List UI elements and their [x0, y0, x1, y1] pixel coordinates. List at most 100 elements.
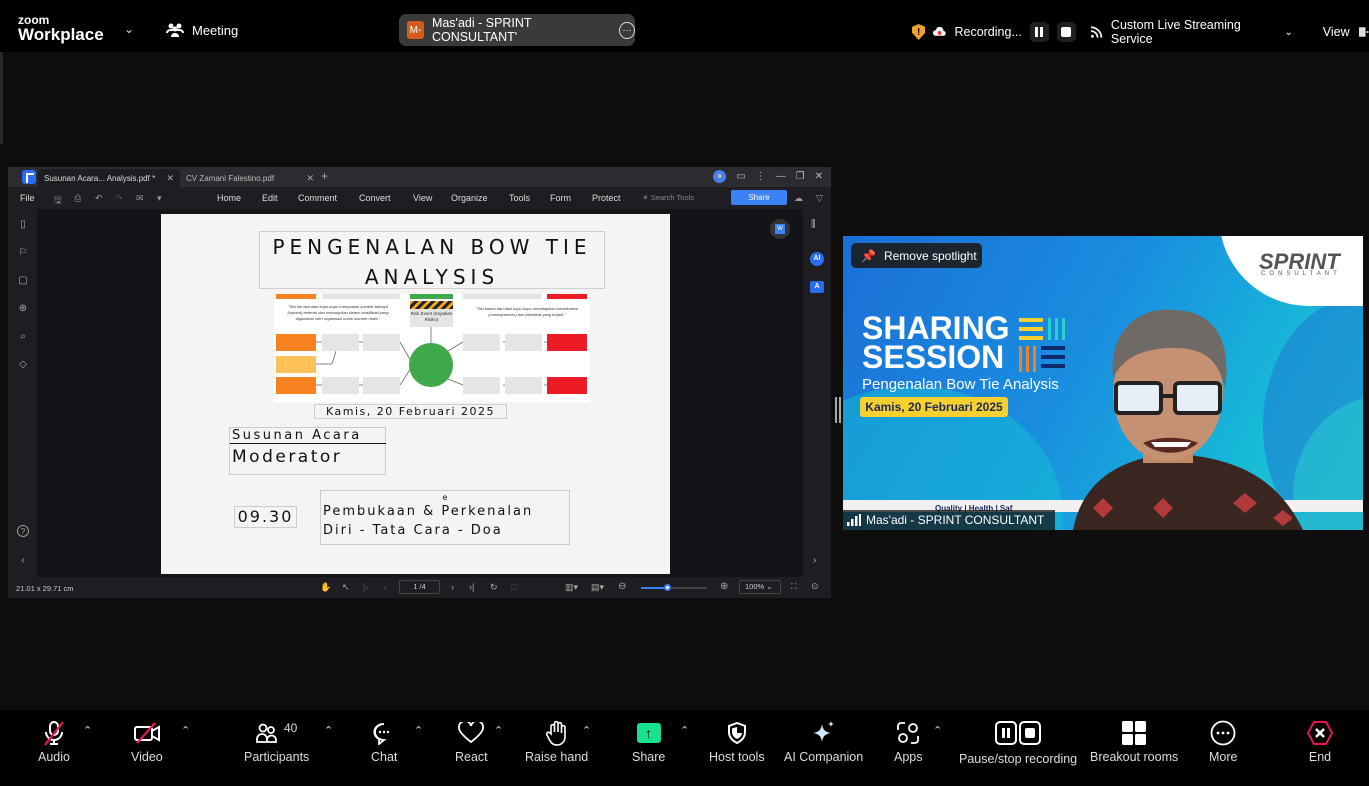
expand-right-icon[interactable]: › — [813, 555, 816, 566]
redo-icon[interactable]: ↷ — [115, 193, 123, 204]
zoom-slider-knob[interactable] — [664, 584, 672, 591]
end-meeting-button[interactable]: End — [1307, 718, 1333, 764]
menu-comment[interactable]: Comment — [298, 193, 337, 203]
menu-organize[interactable]: Organize — [451, 193, 488, 203]
panel-resize-handle[interactable] — [835, 397, 841, 423]
menu-file[interactable]: File — [20, 193, 35, 203]
new-tab-plus-icon[interactable]: + — [321, 169, 328, 183]
stop-recording-button[interactable] — [1056, 22, 1076, 42]
close-window-icon[interactable]: ✕ — [815, 171, 823, 182]
video-button[interactable]: Video — [131, 718, 163, 764]
pause-stop-recording-button[interactable]: Pause/stop recording — [959, 718, 1077, 766]
view-button[interactable]: View — [1323, 25, 1350, 39]
security-shield-icon[interactable]: ! — [912, 24, 926, 40]
participants-options-caret-icon[interactable]: ⌃ — [324, 724, 333, 737]
properties-sliders-icon[interactable]: ⫼ — [811, 219, 816, 230]
menu-home[interactable]: Home — [217, 193, 241, 203]
collapse-left-icon[interactable]: ‹ — [17, 555, 29, 567]
tab-susunan-acara[interactable]: Susunan Acara... Analysis.pdf * ✕ — [38, 169, 180, 187]
react-button[interactable]: React — [455, 718, 488, 764]
email-icon[interactable]: ✉ — [136, 193, 144, 204]
zoom-in-icon[interactable]: ⊕ — [720, 581, 728, 592]
rotate-icon[interactable]: ↻ — [490, 582, 498, 593]
chat-options-caret-icon[interactable]: ⌃ — [414, 724, 423, 737]
zoom-out-icon[interactable]: ⊖ — [618, 581, 626, 592]
print-icon[interactable]: ⎙ — [74, 193, 81, 204]
spotlight-video-tile[interactable]: SPRINT CONSULTANT SHARING SESSION Pengen… — [843, 236, 1363, 530]
attachment-icon[interactable]: ⊕ — [17, 303, 29, 315]
ai-companion-button[interactable]: AI Companion — [784, 718, 863, 764]
last-page-icon[interactable]: ›| — [469, 582, 474, 592]
screen-share-presenter-pill[interactable]: M- Mas'adi - SPRINT CONSULTANT' ⋯ — [399, 14, 635, 46]
meeting-button[interactable]: Meeting — [166, 22, 238, 38]
minimize-icon[interactable]: — — [776, 171, 786, 182]
apps-options-caret-icon[interactable]: ⌃ — [933, 724, 942, 737]
menu-tools[interactable]: Tools — [509, 193, 530, 203]
menu-view[interactable]: View — [413, 193, 432, 203]
video-options-caret-icon[interactable]: ⌃ — [181, 724, 190, 737]
chat-button[interactable]: Chat — [371, 718, 397, 764]
fullscreen-icon[interactable]: ⛶ — [791, 582, 797, 592]
crop-icon[interactable]: □ — [511, 582, 516, 592]
shared-pdf-window[interactable]: Susunan Acara... Analysis.pdf * ✕ CV Zam… — [8, 167, 831, 598]
more-button[interactable]: More — [1209, 718, 1237, 764]
page-number-input[interactable]: 1 /4 — [399, 580, 440, 594]
page-layout-icon[interactable]: ▥▾ — [565, 582, 578, 593]
zoom-level-select[interactable]: 100% ⌄ — [739, 580, 781, 594]
layers-icon[interactable]: ◇ — [17, 359, 29, 371]
audio-options-caret-icon[interactable]: ⌃ — [83, 724, 92, 737]
tab-cv-zamani[interactable]: CV Zamani Falestino.pdf ✕ — [180, 169, 320, 187]
host-tools-button[interactable]: Host tools — [709, 718, 765, 764]
page-thumbnail-icon[interactable]: ▯ — [17, 219, 29, 231]
share-options-caret-icon[interactable]: ⌃ — [680, 724, 689, 737]
cloud-upload-icon[interactable]: ☁ — [794, 193, 803, 204]
translate-icon[interactable]: A — [810, 281, 824, 293]
participants-button[interactable]: 40 Participants — [244, 718, 309, 764]
search-tools-input[interactable]: ☀ Search Tools — [642, 193, 694, 202]
save-icon[interactable]: 🖫 — [54, 193, 62, 209]
close-icon[interactable]: ✕ — [306, 173, 314, 184]
chevron-down-icon[interactable]: ⌄ — [1284, 27, 1292, 38]
select-tool-icon[interactable]: ↖ — [342, 582, 350, 593]
chevron-down-icon[interactable]: ⌄ — [124, 22, 134, 36]
raise-hand-options-caret-icon[interactable]: ⌃ — [582, 724, 591, 737]
screen-cast-icon[interactable]: ▭ — [736, 171, 745, 182]
pdf-document-canvas[interactable]: PENGENALAN BOW TIE ANALYSIS "Sisi kiri d… — [38, 209, 803, 577]
collapse-ribbon-icon[interactable]: ▽ — [816, 193, 823, 204]
first-page-icon[interactable]: |‹ — [363, 582, 368, 592]
menu-form[interactable]: Form — [550, 193, 571, 203]
restore-icon[interactable]: ❐ — [796, 171, 805, 182]
zoom-workplace-logo[interactable]: zoom Workplace — [18, 14, 104, 43]
hand-tool-icon[interactable]: ✋ — [320, 582, 331, 593]
share-screen-button[interactable]: ↑ Share — [632, 718, 665, 764]
react-options-caret-icon[interactable]: ⌃ — [494, 724, 503, 737]
breakout-rooms-button[interactable]: Breakout rooms — [1090, 718, 1178, 764]
menu-convert[interactable]: Convert — [359, 193, 391, 203]
help-icon[interactable]: ? — [17, 525, 29, 537]
convert-to-word-icon[interactable]: W — [770, 219, 790, 239]
streaming-label[interactable]: Custom Live Streaming Service — [1111, 18, 1276, 46]
undo-icon[interactable]: ↶ — [95, 193, 103, 204]
search-icon[interactable]: ⌕ — [17, 331, 29, 343]
zoom-slider[interactable] — [641, 584, 707, 591]
comment-icon[interactable]: ▢ — [17, 275, 29, 287]
account-avatar-icon[interactable]: ☻ — [713, 170, 727, 183]
next-page-icon[interactable]: › — [451, 582, 454, 592]
close-icon[interactable]: ✕ — [166, 173, 174, 184]
pause-recording-button[interactable] — [1029, 22, 1049, 42]
customize-dropdown-icon[interactable]: ▾ — [157, 193, 162, 204]
prev-page-icon[interactable]: ‹ — [384, 582, 387, 592]
apps-button[interactable]: Apps — [894, 718, 923, 764]
pdf-share-button[interactable]: Share — [731, 190, 787, 205]
raise-hand-button[interactable]: Raise hand — [525, 718, 588, 764]
view-mode-icon[interactable]: ▤▾ — [591, 582, 604, 593]
ai-assistant-icon[interactable]: AI — [810, 252, 824, 266]
bookmark-icon[interactable]: ⚐ — [17, 247, 29, 259]
fit-page-icon[interactable]: ⊙ — [811, 581, 819, 592]
more-options-icon[interactable]: ⋯ — [618, 21, 635, 39]
remove-spotlight-button[interactable]: 📌 Remove spotlight — [851, 243, 982, 268]
kebab-menu-icon[interactable]: ⋮ — [756, 171, 766, 182]
audio-button[interactable]: Audio — [38, 718, 70, 764]
menu-edit[interactable]: Edit — [262, 193, 278, 203]
menu-protect[interactable]: Protect — [592, 193, 621, 203]
